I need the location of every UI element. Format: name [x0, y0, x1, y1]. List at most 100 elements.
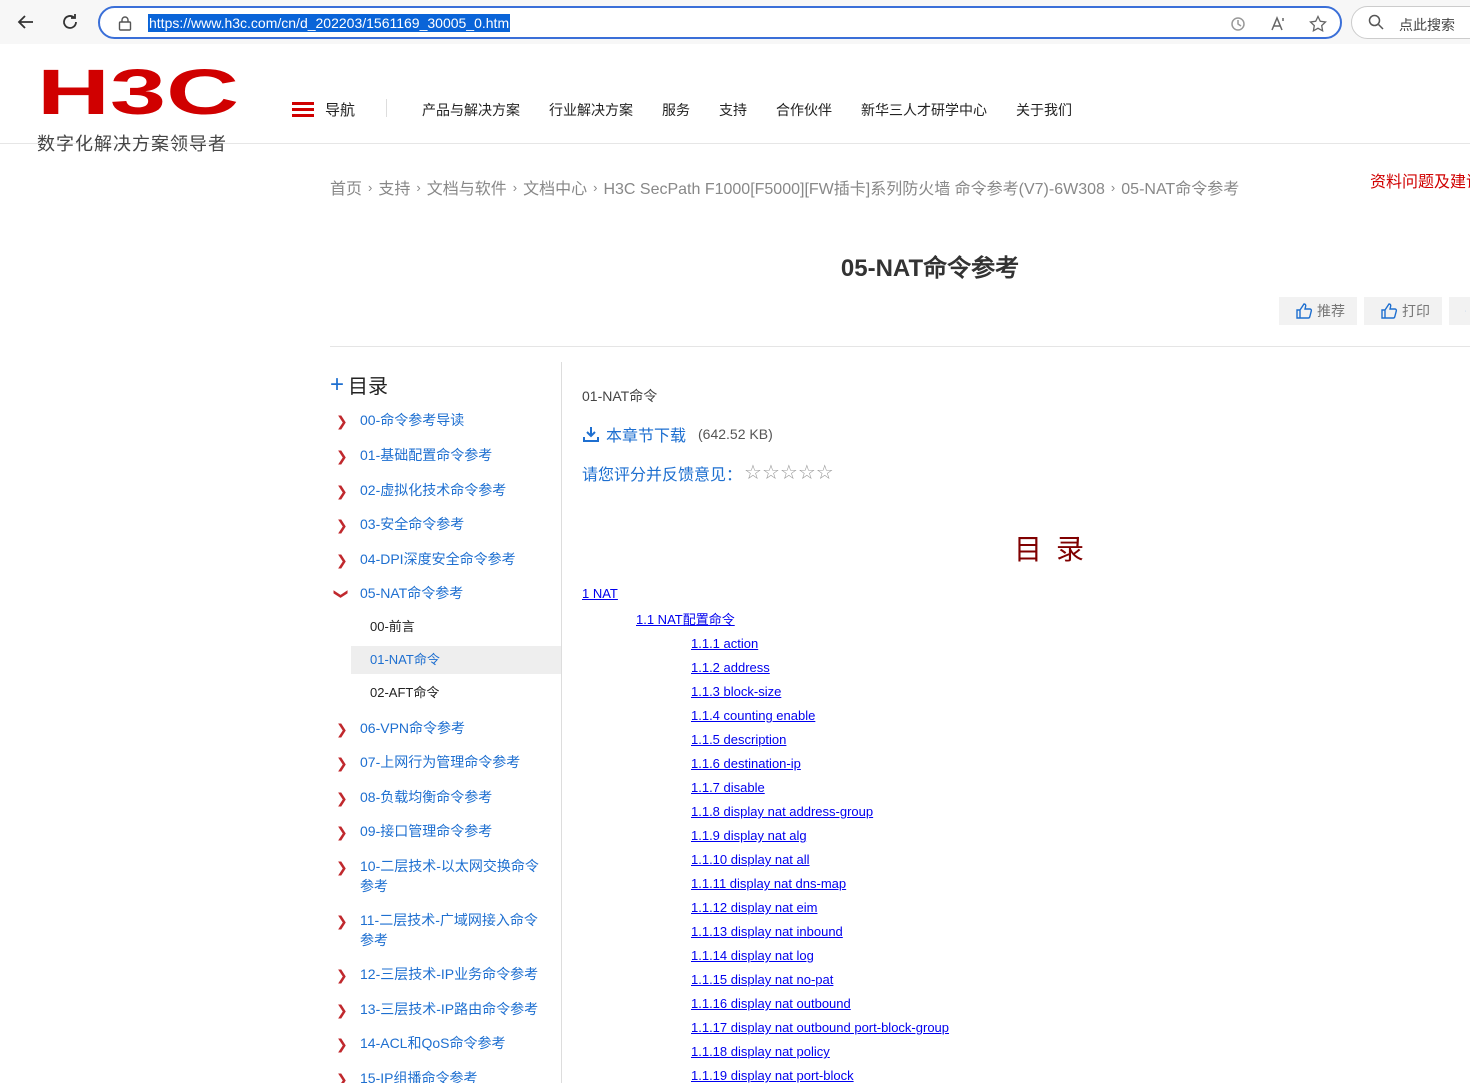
toc-link[interactable]: 1.1.16 display nat outbound: [691, 996, 851, 1012]
reload-button[interactable]: [56, 8, 84, 36]
toc-link[interactable]: 1.1.12 display nat eim: [691, 900, 817, 916]
toc-link[interactable]: 1.1.2 address: [691, 660, 770, 676]
star-icon[interactable]: ☆: [816, 460, 834, 485]
sidebar-item[interactable]: ❯ 01-基础配置命令参考: [330, 445, 561, 465]
toc-link[interactable]: 1.1.17 display nat outbound port-block-g…: [691, 1020, 949, 1036]
breadcrumb-item[interactable]: H3C SecPath F1000[F5000][FW插卡]系列防火墙 命令参考…: [603, 175, 1104, 199]
print-button[interactable]: 打印: [1364, 297, 1442, 325]
sidebar-item-label: 03-安全命令参考: [360, 516, 465, 532]
search-placeholder: 点此搜索: [1399, 17, 1455, 33]
print-label: 打印: [1402, 303, 1430, 319]
sidebar-item[interactable]: ❯ 12-三层技术-IP业务命令参考: [330, 964, 561, 984]
breadcrumb-current: 05-NAT命令参考: [1121, 181, 1240, 198]
toc-link[interactable]: 1.1.9 display nat alg: [691, 828, 807, 844]
sidebar-item[interactable]: ❯ 06-VPN命令参考: [330, 718, 561, 738]
address-bar[interactable]: https://www.h3c.com/cn/d_202203/1561169_…: [98, 6, 1342, 39]
breadcrumb-separator-icon: ›: [1110, 179, 1116, 195]
toc-link[interactable]: 1.1.3 block-size: [691, 684, 781, 700]
sidebar-item[interactable]: ❯ 04-DPI深度安全命令参考: [330, 549, 561, 569]
nav-item[interactable]: 新华三人才研学中心: [861, 100, 987, 120]
star-icon[interactable]: ☆: [798, 460, 816, 485]
sidebar-item-label: 00-命令参考导读: [360, 412, 465, 428]
download-icon: [583, 427, 599, 442]
star-icon[interactable]: ☆: [744, 460, 762, 485]
toc-link[interactable]: 1.1.14 display nat log: [691, 948, 814, 964]
back-button[interactable]: [12, 8, 40, 36]
sidebar-subitem-active[interactable]: 01-NAT命令: [351, 646, 561, 674]
recommend-button[interactable]: 推荐: [1279, 297, 1357, 325]
sidebar-heading[interactable]: + 目录: [330, 370, 388, 399]
toc-link[interactable]: 1.1.15 display nat no-pat: [691, 972, 833, 988]
breadcrumb-item[interactable]: 支持: [378, 175, 410, 199]
sidebar-item-label: 13-三层技术-IP路由命令参考: [360, 1001, 539, 1017]
breadcrumb-item[interactable]: 文档中心: [523, 175, 587, 199]
sidebar-item[interactable]: ❯ 09-接口管理命令参考: [330, 821, 561, 841]
chapter-download-link[interactable]: 本章节下载 (642.52 KB): [582, 422, 773, 446]
sidebar-subitem[interactable]: 00-前言: [351, 613, 561, 641]
toc-link[interactable]: 1.1.18 display nat policy: [691, 1044, 830, 1060]
toc-link[interactable]: 1.1.4 counting enable: [691, 708, 815, 724]
sidebar-item[interactable]: ❯ 10-二层技术-以太网交换命令参考: [330, 856, 550, 896]
chevron-right-icon: ❯: [336, 824, 348, 840]
toc-link[interactable]: 1.1.19 display nat port-block: [691, 1068, 854, 1083]
plus-icon: +: [330, 370, 345, 398]
toc-link[interactable]: 1.1.11 display nat dns-map: [691, 876, 846, 892]
nav-item[interactable]: 关于我们: [1016, 100, 1072, 120]
breadcrumb-item[interactable]: 文档与软件: [427, 175, 507, 199]
nav-item[interactable]: 支持: [719, 100, 747, 120]
sidebar-item[interactable]: ❯ 15-IP组播命令参考: [330, 1068, 561, 1083]
nav-item[interactable]: 产品与解决方案: [422, 100, 520, 120]
sidebar-item[interactable]: ❯ 02-虚拟化技术命令参考: [330, 480, 561, 500]
star-icon[interactable]: ☆: [780, 460, 798, 485]
sidebar-item-label: 04-DPI深度安全命令参考: [360, 551, 516, 567]
toc-link[interactable]: 1.1.6 destination-ip: [691, 756, 801, 772]
sidebar-item-label: 08-负载均衡命令参考: [360, 789, 493, 805]
favorite-star-icon[interactable]: [1308, 14, 1328, 34]
document-toc-title: 目录: [1014, 534, 1099, 565]
url-text[interactable]: https://www.h3c.com/cn/d_202203/1561169_…: [148, 14, 511, 32]
chevron-right-icon: ❯: [336, 1071, 348, 1083]
sidebar-subitem[interactable]: 02-AFT命令: [351, 679, 561, 707]
chevron-right-icon: ❯: [336, 755, 348, 771]
toc-link[interactable]: 1.1.7 disable: [691, 780, 765, 796]
breadcrumb-separator-icon: ›: [593, 179, 598, 195]
sidebar-item[interactable]: ❯ 08-负载均衡命令参考: [330, 787, 561, 807]
feedback-link[interactable]: 资料问题及建议: [1370, 168, 1470, 192]
nav-item[interactable]: 合作伙伴: [776, 100, 832, 120]
share-icon: [1465, 310, 1466, 312]
chevron-right-icon: ❯: [336, 967, 348, 983]
toc-link[interactable]: 1 NAT: [582, 586, 618, 602]
reload-icon: [63, 14, 77, 29]
toc-link[interactable]: 1.1.5 description: [691, 732, 786, 748]
browser-search-box[interactable]: 点此搜索: [1351, 6, 1470, 39]
toc-link[interactable]: 1.1.13 display nat inbound: [691, 924, 843, 940]
refresh-page-icon[interactable]: [1228, 14, 1248, 34]
chevron-right-icon: ❯: [336, 913, 348, 929]
h3c-logo[interactable]: H3C: [37, 64, 239, 116]
breadcrumb-item[interactable]: 首页: [330, 175, 362, 199]
nav-menu-toggle[interactable]: 导航: [292, 99, 355, 120]
sidebar-item[interactable]: ❯ 03-安全命令参考: [330, 514, 561, 534]
sidebar-item[interactable]: ❯ 14-ACL和QoS命令参考: [330, 1033, 561, 1053]
toc-link[interactable]: 1.1 NAT配置命令: [636, 612, 735, 628]
sidebar-item-label: 11-二层技术-广域网接入命令参考: [360, 912, 538, 948]
share-button[interactable]: [1449, 297, 1470, 325]
chevron-right-icon: ❯: [336, 1036, 348, 1052]
star-icon[interactable]: ☆: [762, 460, 780, 485]
toc-link[interactable]: 1.1.1 action: [691, 636, 758, 652]
sidebar-item-label: 07-上网行为管理命令参考: [360, 754, 521, 770]
sidebar-item-label: 05-NAT命令参考: [360, 585, 464, 601]
thumbs-up-icon: [1296, 303, 1313, 319]
sidebar-item[interactable]: ❯ 00-命令参考导读: [330, 410, 561, 430]
nav-item[interactable]: 服务: [662, 100, 690, 120]
sidebar-item[interactable]: ❯ 11-二层技术-广域网接入命令参考: [330, 910, 550, 950]
sidebar-item[interactable]: ❯ 07-上网行为管理命令参考: [330, 752, 561, 772]
sidebar-item[interactable]: ❯ 13-三层技术-IP路由命令参考: [330, 999, 561, 1019]
sidebar-item-expanded[interactable]: ❯ 05-NAT命令参考: [330, 583, 561, 603]
chevron-right-icon: ❯: [336, 413, 348, 429]
sidebar-item-label: 15-IP组播命令参考: [360, 1070, 478, 1083]
toc-link[interactable]: 1.1.10 display nat all: [691, 852, 810, 868]
nav-item[interactable]: 行业解决方案: [549, 100, 633, 120]
toc-link[interactable]: 1.1.8 display nat address-group: [691, 804, 873, 820]
read-aloud-icon[interactable]: [1268, 14, 1288, 34]
